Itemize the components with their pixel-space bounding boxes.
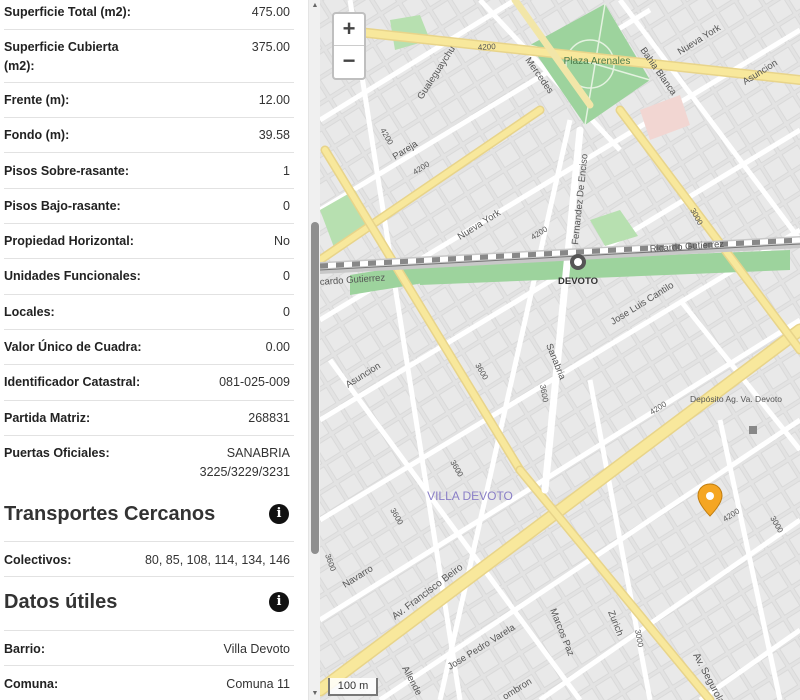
row-value: 0 — [283, 305, 290, 319]
info-icon[interactable]: i — [269, 592, 289, 612]
row-value: 0.00 — [265, 340, 290, 354]
zoom-in-button[interactable]: + — [334, 14, 364, 46]
deposito-label: Depósito Ag. Va. Devoto — [690, 394, 782, 404]
row-value: 268831 — [248, 411, 290, 425]
detail-row-frente: Frente (m): 12.00 — [4, 83, 294, 118]
row-label: Colectivos: — [4, 553, 72, 567]
row-value: 39.58 — [258, 128, 290, 142]
row-value: 0 — [283, 269, 290, 283]
detail-row-locales: Locales: 0 — [4, 295, 294, 330]
detail-row-pisos-sobre: Pisos Sobre-rasante: 1 — [4, 153, 294, 189]
detail-row-colectivos: Colectivos: 80, 85, 108, 114, 134, 146 — [4, 541, 294, 577]
section-title-transportes: Transportes Cercanos — [4, 503, 216, 525]
detail-row-propiedad-horizontal: Propiedad Horizontal: No — [4, 224, 294, 259]
row-label: Superficie Cubierta (m2): — [4, 40, 119, 73]
zoom-out-button[interactable]: − — [334, 46, 364, 78]
neighborhood-label: VILLA DEVOTO — [427, 489, 513, 503]
row-value: 081-025-009 — [219, 375, 290, 389]
detail-row-partida: Partida Matriz: 268831 — [4, 401, 294, 436]
row-label: Valor Único de Cuadra: — [4, 340, 142, 354]
detail-row-puertas: Puertas Oficiales: SANABRIA 3225/3229/32… — [4, 436, 294, 490]
detail-row-superficie-total: Superficie Total (m2): 475.00 — [4, 0, 294, 30]
row-value: 0 — [283, 199, 290, 213]
detail-row-identificador: Identificador Catastral: 081-025-009 — [4, 365, 294, 401]
row-value: Villa Devoto — [223, 642, 290, 656]
row-label: Identificador Catastral: — [4, 375, 141, 389]
row-value: 375.00 — [251, 40, 290, 54]
row-label: Barrio: — [4, 642, 45, 656]
plaza-label: Plaza Arenales — [564, 56, 631, 67]
row-value: Comuna 11 — [226, 677, 290, 691]
row-value: 475.00 — [251, 5, 290, 19]
detail-row-fondo: Fondo (m): 39.58 — [4, 118, 294, 153]
station-label: DEVOTO — [558, 276, 598, 287]
row-value: No — [274, 234, 290, 248]
row-label: Partida Matriz: — [4, 411, 91, 425]
transit-icon — [749, 426, 757, 434]
detail-row-valor-cuadra: Valor Único de Cuadra: 0.00 — [4, 330, 294, 365]
scroll-up-arrow-icon[interactable]: ▲ — [311, 2, 319, 10]
detail-row-comuna: Comuna: Comuna 11 — [4, 666, 294, 700]
info-panel: Superficie Total (m2): 475.00 Superficie… — [0, 0, 308, 700]
map-view[interactable]: Plaza Arenales DEVOTO VILLA DEVOTO Depós… — [320, 0, 800, 700]
scrollbar-thumb[interactable] — [311, 222, 319, 554]
row-value: 80, 85, 108, 114, 134, 146 — [144, 553, 290, 567]
info-icon[interactable]: i — [269, 504, 289, 524]
row-label: Comuna: — [4, 677, 59, 691]
row-label: Puertas Oficiales: — [4, 446, 110, 460]
detail-row-unidades: Unidades Funcionales: 0 — [4, 259, 294, 295]
detail-row-superficie-cubierta: Superficie Cubierta (m2): 375.00 — [4, 30, 294, 83]
row-label: Fondo (m): — [4, 128, 70, 142]
map-canvas: Plaza Arenales DEVOTO VILLA DEVOTO Depós… — [320, 0, 800, 700]
row-label: Pisos Sobre-rasante: — [4, 164, 130, 178]
zoom-control: + − — [332, 12, 366, 80]
row-label: Pisos Bajo-rasante: — [4, 199, 121, 213]
scroll-down-arrow-icon[interactable]: ▼ — [311, 690, 319, 698]
panel-scrollbar[interactable]: ▲ ▼ — [308, 0, 320, 700]
row-label: Unidades Funcionales: — [4, 269, 141, 283]
row-value: SANABRIA 3225/3229/3231 — [199, 446, 290, 479]
row-label: Frente (m): — [4, 93, 70, 107]
row-label: Propiedad Horizontal: — [4, 234, 134, 248]
section-title-datos: Datos útiles — [4, 591, 118, 613]
map-scale-bar: 100 m — [328, 678, 378, 696]
row-value: 1 — [283, 164, 290, 178]
station-marker-icon[interactable] — [570, 254, 586, 270]
street-number: 4200 — [478, 42, 497, 52]
row-label: Locales: — [4, 305, 55, 319]
row-label: Superficie Total (m2): — [4, 5, 131, 19]
row-value: 12.00 — [258, 93, 290, 107]
detail-row-barrio: Barrio: Villa Devoto — [4, 630, 294, 666]
detail-row-pisos-bajo: Pisos Bajo-rasante: 0 — [4, 189, 294, 224]
